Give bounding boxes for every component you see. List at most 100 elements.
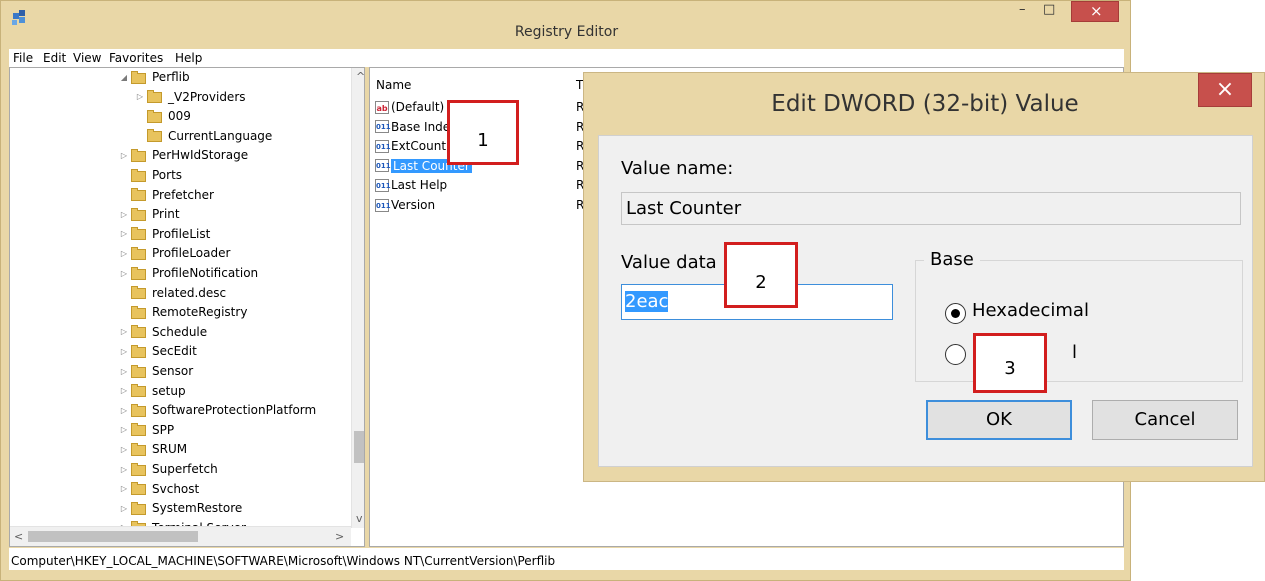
radio-hexadecimal[interactable] [945,303,966,324]
scroll-left-arrow[interactable]: < [14,530,23,543]
value-data-label: Value data [621,252,717,273]
scroll-right-arrow[interactable]: > [335,530,344,543]
dialog-body: Value name: Last Counter Value data 2eac… [598,135,1253,467]
maximize-button[interactable]: □ [1037,1,1063,22]
value-row[interactable]: 011 Last Help R [375,176,584,194]
radio-hexadecimal-label[interactable]: Hexadecimal [972,300,1089,321]
tree-expander-icon[interactable]: ▷ [118,151,130,160]
column-header-name[interactable]: Name [376,78,411,92]
folder-icon [146,90,164,104]
base-label: Base [924,249,980,270]
tree-item-label: Schedule [152,324,208,339]
tree-item[interactable]: ▷ SPP [118,421,174,439]
status-bar: Computer\HKEY_LOCAL_MACHINE\SOFTWARE\Mic… [9,548,1124,570]
value-name: (Default) [391,100,445,114]
tree-expander-icon[interactable]: ▷ [118,249,130,258]
scroll-down-arrow[interactable]: v [356,512,363,525]
folder-icon [130,188,148,202]
radio-decimal-label[interactable]: l [1072,342,1077,363]
tree-item[interactable]: ▷ setup [118,382,186,400]
tree-item[interactable]: ▷ ProfileLoader [118,244,231,262]
tree-item[interactable]: Ports [118,166,182,184]
close-button[interactable]: × [1071,1,1119,22]
tree-item[interactable]: ▷ PerHwIdStorage [118,146,248,164]
menu-help[interactable]: Help [175,51,202,65]
value-row[interactable]: 011 Base Inde R [375,118,584,136]
menu-bar: File Edit View Favorites Help [9,49,1124,67]
tree-expander-icon[interactable]: ▷ [118,386,130,395]
value-row[interactable]: ab (Default) R [375,98,584,116]
dialog-close-button[interactable]: × [1198,73,1252,107]
value-row[interactable]: 011 Version R [375,196,584,214]
tree-expander-icon[interactable]: ◢ [118,73,130,82]
tree-vertical-scrollbar[interactable]: ^ v [351,68,364,528]
tree-item-label: ProfileList [152,226,211,241]
tree-item[interactable]: ◢ Perflib [118,68,190,86]
tree-expander-icon[interactable]: ▷ [118,347,130,356]
tree-item-label: ProfileNotification [152,266,259,280]
tree-expander-icon[interactable]: ▷ [118,210,130,219]
value-row[interactable]: 011 ExtCount R [375,137,584,155]
value-name: Last Help [391,178,448,193]
menu-favorites[interactable]: Favorites [109,51,163,65]
tree-expander-icon[interactable]: ▷ [118,425,130,434]
annotation-3: 3 [973,333,1047,393]
tree-item[interactable]: ▷ SecEdit [118,342,197,360]
base-groupbox: Base Hexadecimal l [915,249,1243,382]
tree-item[interactable]: Prefetcher [118,186,214,204]
folder-icon [130,384,148,398]
ok-button[interactable]: OK [926,400,1072,440]
tree-expander-icon[interactable]: ▷ [118,406,130,415]
tree-item[interactable]: ▷ SystemRestore [118,499,242,517]
tree-item[interactable]: ▷ ProfileNotification [118,264,258,282]
tree-horizontal-scrollbar[interactable]: < > [10,526,351,546]
tree-expander-icon[interactable]: ▷ [118,269,130,278]
tree-expander-icon[interactable]: ▷ [118,229,130,238]
cancel-button[interactable]: Cancel [1092,400,1238,440]
tree-item-label: Prefetcher [152,187,214,202]
scroll-up-arrow[interactable]: ^ [356,70,364,83]
dword-value-icon: 011 [375,178,391,192]
string-value-icon: ab [375,100,389,114]
window-title: Registry Editor [514,24,619,40]
tree-item-label: ProfileLoader [152,246,231,261]
folder-icon [130,305,148,319]
tree-item[interactable]: RemoteRegistry [118,303,247,321]
menu-edit[interactable]: Edit [43,51,66,65]
tree-expander-icon[interactable]: ▷ [134,92,146,101]
value-name: Base Inde [391,119,451,134]
tree-item[interactable]: ▷ Sensor [118,362,193,380]
folder-icon [146,109,164,123]
value-name-label: Value name: [621,158,734,179]
tree-item[interactable]: ▷ ProfileList [118,225,210,243]
tree-vertical-scroll-thumb[interactable] [354,431,364,463]
tree-expander-icon[interactable]: ▷ [118,327,130,336]
tree-item[interactable]: ▷ SRUM [118,440,187,458]
tree-expander-icon[interactable]: ▷ [118,504,130,513]
tree-item[interactable]: ▷ Schedule [118,323,207,341]
value-name: ExtCount [391,139,447,154]
minimize-button[interactable]: – [1011,1,1037,22]
tree-item[interactable]: ▷ SoftwareProtectionPlatform [118,401,316,419]
tree-horizontal-scroll-thumb[interactable] [28,531,198,542]
folder-icon [130,148,148,162]
tree-expander-icon[interactable]: ▷ [118,484,130,493]
menu-view[interactable]: View [73,51,101,65]
tree-item[interactable]: ▷ Svchost [118,480,199,498]
tree-expander-icon[interactable]: ▷ [118,367,130,376]
folder-icon [130,501,148,515]
dword-value-icon: 011 [375,198,391,212]
tree-expander-icon[interactable]: ▷ [118,445,130,454]
tree-item[interactable]: ▷ Print [118,205,180,223]
menu-file[interactable]: File [13,51,33,65]
tree-item[interactable]: ▷ Superfetch [118,460,218,478]
dword-value-icon: 011 [375,120,391,134]
registry-tree[interactable]: ◢ Perflib ▷ _V2Providers 009 CurrentLanguage ▷… [9,67,365,547]
tree-item[interactable]: CurrentLanguage [134,127,272,145]
radio-decimal[interactable] [945,344,966,365]
tree-item[interactable]: ▷ _V2Providers [134,88,246,106]
annotation-1-label: 1 [477,130,489,151]
tree-item[interactable]: related.desc [118,284,226,302]
tree-expander-icon[interactable]: ▷ [118,465,130,474]
tree-item[interactable]: 009 [134,107,191,125]
